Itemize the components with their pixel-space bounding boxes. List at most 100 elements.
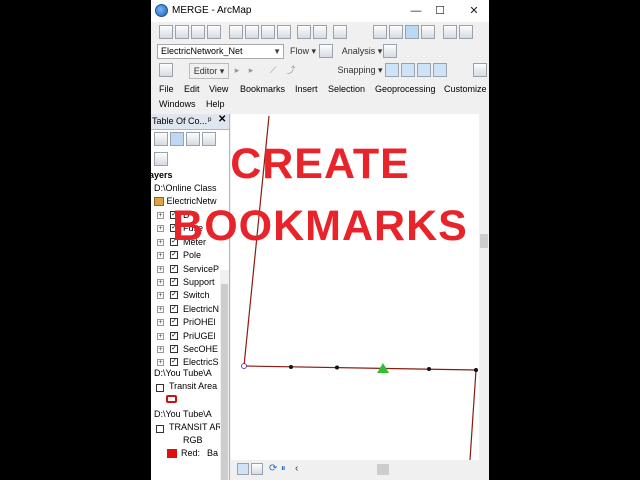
expand-toggle-icon[interactable]: + xyxy=(157,292,164,299)
undo-icon[interactable] xyxy=(297,25,311,39)
expand-toggle-icon[interactable]: + xyxy=(157,346,164,353)
layer-visibility-checkbox[interactable]: ✓ xyxy=(170,251,178,259)
layer-visibility-checkbox[interactable]: ✓ xyxy=(170,291,178,299)
end-snapping-icon[interactable] xyxy=(401,63,415,77)
cut-icon[interactable] xyxy=(229,25,243,39)
edge-snapping-icon[interactable] xyxy=(433,63,447,77)
fixed-zoom-in-icon[interactable] xyxy=(443,25,457,39)
vertex-snapping-icon[interactable] xyxy=(417,63,431,77)
menu-insert[interactable]: Insert xyxy=(295,84,318,94)
transit-raster-checkbox[interactable] xyxy=(156,425,164,433)
layer-visibility-checkbox[interactable]: ✓ xyxy=(170,358,178,366)
transit-raster-label[interactable]: TRANSIT AR xyxy=(169,421,222,434)
network-layer-combo[interactable]: ElectricNetwork_Net ▼ xyxy=(157,44,284,59)
layer-visibility-checkbox[interactable]: ✓ xyxy=(170,305,178,313)
end-point-arc-icon[interactable]: ⤴ xyxy=(285,63,297,77)
trace-task-icon[interactable] xyxy=(383,44,397,58)
toc-scroll-thumb[interactable] xyxy=(221,284,228,480)
editor-toolbar: Editor ▾ ▸ ▸ ⟋ ⤴ Snapping ▾ xyxy=(151,61,489,80)
minimize-button[interactable]: — xyxy=(403,2,429,20)
paste-icon[interactable] xyxy=(261,25,275,39)
transit-area-checkbox[interactable] xyxy=(156,384,164,392)
edit-annotation-icon[interactable]: ▸ xyxy=(245,63,257,77)
print-icon[interactable] xyxy=(207,25,221,39)
pause-drawing-icon[interactable]: ⏸ xyxy=(281,463,286,474)
primary-line-east[interactable] xyxy=(469,369,477,461)
menu-file[interactable]: File xyxy=(159,84,174,94)
primary-line-horizontal[interactable] xyxy=(243,365,477,371)
menu-view[interactable]: View xyxy=(209,84,228,94)
open-folder-icon[interactable] xyxy=(175,25,189,39)
expand-toggle-icon[interactable]: + xyxy=(157,319,164,326)
layer-visibility-checkbox[interactable]: ✓ xyxy=(170,345,178,353)
full-extent-icon[interactable] xyxy=(421,25,435,39)
layer-visibility-checkbox[interactable]: ✓ xyxy=(170,318,178,326)
layout-view-icon[interactable] xyxy=(251,463,263,475)
expand-toggle-icon[interactable]: + xyxy=(157,359,164,366)
layer-name[interactable]: PriOHEl xyxy=(183,316,216,329)
data-frame-path-2[interactable]: D:\You Tube\A xyxy=(154,367,212,380)
pin-icon[interactable]: ᵖ xyxy=(208,115,211,125)
save-icon[interactable] xyxy=(191,25,205,39)
network-layer-value: ElectricNetwork_Net xyxy=(161,46,243,56)
expand-toggle-icon[interactable]: + xyxy=(157,252,164,259)
copy-icon[interactable] xyxy=(245,25,259,39)
pole-point[interactable] xyxy=(289,365,293,369)
pole-point[interactable] xyxy=(427,367,431,371)
layer-name[interactable]: PriUGEl xyxy=(183,330,216,343)
data-frame-path-3[interactable]: D:\You Tube\A xyxy=(154,408,212,421)
fixed-zoom-out-icon[interactable] xyxy=(459,25,473,39)
redo-icon[interactable] xyxy=(313,25,327,39)
layer-name[interactable]: Support xyxy=(183,276,215,289)
delete-icon[interactable] xyxy=(277,25,291,39)
menu-customize[interactable]: Customize xyxy=(444,84,487,94)
flow-menu-button[interactable]: Flow ▾ xyxy=(288,44,318,58)
expand-toggle-icon[interactable]: + xyxy=(157,306,164,313)
layer-name[interactable]: ServiceP xyxy=(183,263,219,276)
junction-point[interactable] xyxy=(241,363,247,369)
layer-visibility-checkbox[interactable]: ✓ xyxy=(170,332,178,340)
title-bar: MERGE - ArcMap — ☐ ✕ xyxy=(151,0,489,22)
arcmap-globe-icon xyxy=(155,4,168,17)
transit-area-label[interactable]: Transit Area xyxy=(169,380,217,393)
add-data-icon[interactable] xyxy=(333,25,347,39)
pan-icon[interactable] xyxy=(405,25,419,39)
new-document-icon[interactable] xyxy=(159,25,173,39)
transit-area-symbol xyxy=(166,395,177,403)
pole-point[interactable] xyxy=(474,368,478,372)
menu-bookmarks[interactable]: Bookmarks xyxy=(240,84,285,94)
layer-name[interactable]: ElectricN xyxy=(183,303,219,316)
menu-edit[interactable]: Edit xyxy=(184,84,200,94)
expand-toggle-icon[interactable]: + xyxy=(157,333,164,340)
analysis-menu-button[interactable]: Analysis ▾ xyxy=(339,44,385,58)
refresh-icon[interactable]: ⟳ xyxy=(269,463,277,474)
overlay-title-line2: BOOKMARKS xyxy=(172,202,468,250)
layer-name[interactable]: SecOHE xyxy=(183,343,218,356)
expand-toggle-icon[interactable]: + xyxy=(157,279,164,286)
toc-close-button[interactable]: ✕ xyxy=(218,114,226,125)
scroll-left-icon[interactable]: ‹ xyxy=(295,463,298,474)
pole-point[interactable] xyxy=(335,365,339,370)
maximize-button[interactable]: ☐ xyxy=(427,2,453,20)
menu-windows[interactable]: Windows xyxy=(159,99,196,109)
layer-visibility-checkbox[interactable]: ✓ xyxy=(170,265,178,273)
menu-geoprocessing[interactable]: Geoprocessing xyxy=(375,84,436,94)
map-horizontal-scroll-thumb[interactable] xyxy=(377,464,389,475)
menu-help[interactable]: Help xyxy=(206,99,225,109)
layer-name[interactable]: Switch xyxy=(183,289,210,302)
menu-selection[interactable]: Selection xyxy=(328,84,365,94)
edit-tool-icon[interactable]: ▸ xyxy=(231,63,243,77)
snapping-menu-button[interactable]: Snapping ▾ xyxy=(337,63,383,77)
editor-menu-button[interactable]: Editor ▾ xyxy=(189,63,229,79)
data-view-icon[interactable] xyxy=(237,463,249,475)
straight-segment-icon[interactable]: ⟋ xyxy=(267,63,279,77)
expand-toggle-icon[interactable]: + xyxy=(157,266,164,273)
zoom-out-icon[interactable] xyxy=(389,25,403,39)
close-button[interactable]: ✕ xyxy=(461,2,487,20)
point-snapping-icon[interactable] xyxy=(385,63,399,77)
layer-visibility-checkbox[interactable]: ✓ xyxy=(170,278,178,286)
editor-toolbar-icon[interactable] xyxy=(159,63,173,77)
toolbar-overflow-icon[interactable] xyxy=(473,63,487,77)
zoom-in-icon[interactable] xyxy=(373,25,387,39)
flow-arrows-icon[interactable] xyxy=(319,44,333,58)
